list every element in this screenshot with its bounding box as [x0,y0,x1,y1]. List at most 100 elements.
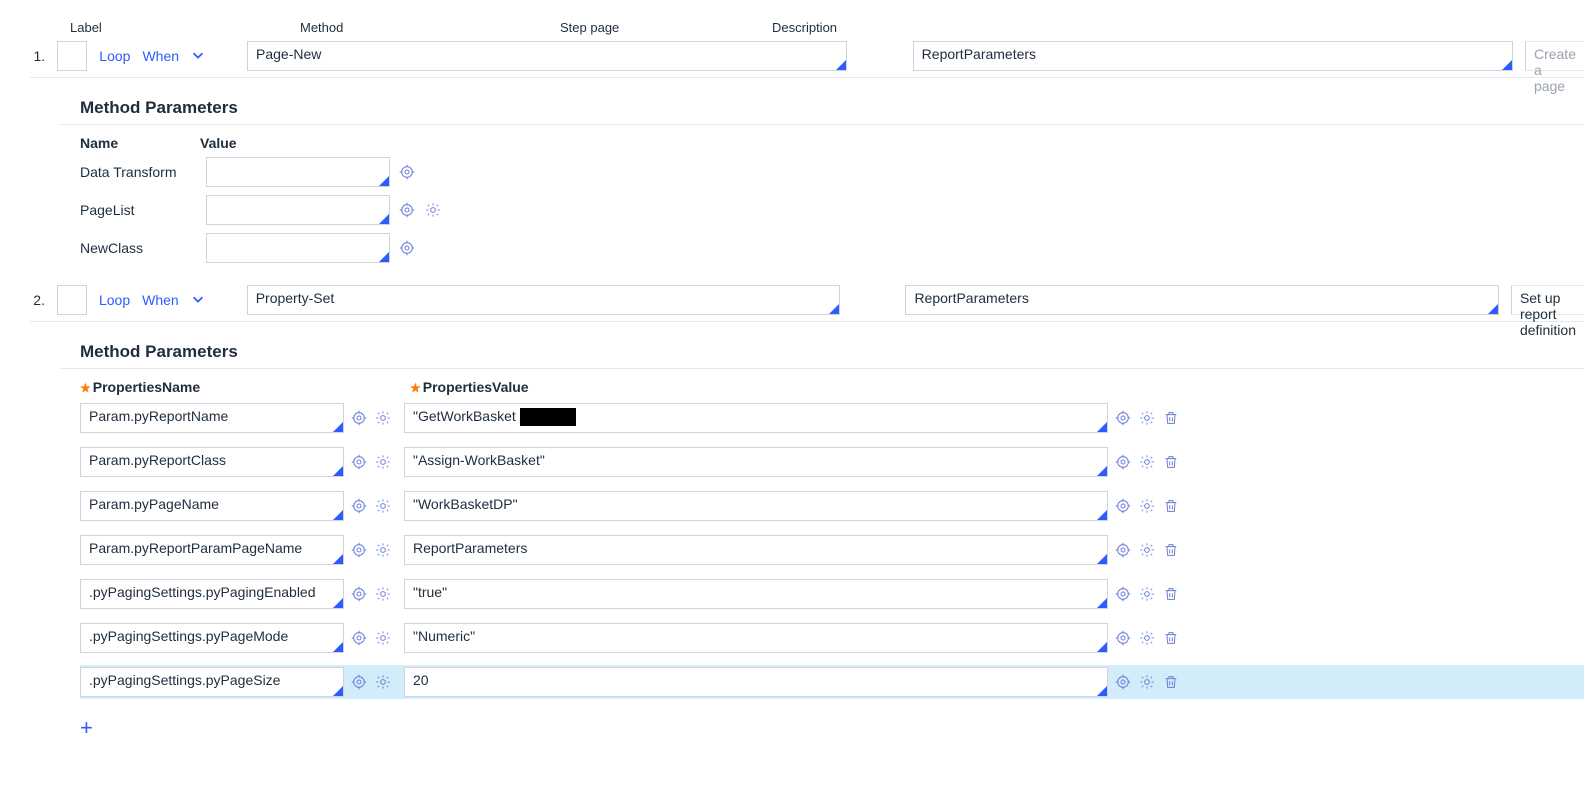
property-name-input[interactable]: .pyPagingSettings.pyPageSize [80,667,344,697]
property-value-input[interactable]: "true" [404,579,1108,609]
property-value-input[interactable]: "GetWorkBasket " [404,403,1108,433]
label-input[interactable] [57,41,87,71]
property-row: Param.pyReportName "GetWorkBasket " [80,401,1584,435]
param-value-input[interactable] [206,157,390,187]
open-rule-icon[interactable] [350,453,368,471]
property-name-input[interactable]: .pyPagingSettings.pyPageMode [80,623,344,653]
required-star-icon: ★ [410,381,421,395]
step-page-input[interactable]: ReportParameters [905,285,1499,315]
delete-row-icon[interactable] [1162,541,1180,559]
configure-icon[interactable] [1138,453,1156,471]
open-rule-icon[interactable] [1114,497,1132,515]
description-input[interactable]: Set up report definition [1511,285,1584,315]
configure-icon[interactable] [1138,629,1156,647]
open-rule-icon[interactable] [350,585,368,603]
property-value-input[interactable]: 20 [404,667,1108,697]
delete-row-icon[interactable] [1162,673,1180,691]
property-name-input[interactable]: Param.pyReportParamPageName [80,535,344,565]
loop-link[interactable]: Loop [99,292,130,308]
method-input[interactable]: Property-Set [247,285,841,315]
label-input[interactable] [57,285,87,315]
property-row: .pyPagingSettings.pyPagingEnabled "true" [80,577,1584,611]
configure-icon[interactable] [374,453,392,471]
property-value-input[interactable]: "Assign-WorkBasket" [404,447,1108,477]
when-link[interactable]: When [142,48,179,64]
open-rule-icon[interactable] [1114,585,1132,603]
chevron-down-icon[interactable] [191,48,205,65]
property-value-input[interactable]: "Numeric" [404,623,1108,653]
open-rule-icon[interactable] [1114,409,1132,427]
param-row: Data Transform [80,157,1584,187]
param-name-label: PageList [80,202,198,218]
props-col-value: PropertiesValue [423,379,529,395]
configure-icon[interactable] [1138,497,1156,515]
configure-icon[interactable] [374,541,392,559]
param-row: NewClass [80,233,1584,263]
delete-row-icon[interactable] [1162,497,1180,515]
param-col-value: Value [200,135,1584,151]
property-name-input[interactable]: Param.pyReportName [80,403,344,433]
step-row-2: 2. Loop When Property-Set ReportParamete… [30,283,1584,322]
header-label: Label [70,20,130,35]
param-row: PageList [80,195,1584,225]
open-rule-icon[interactable] [398,239,416,257]
open-rule-icon[interactable] [350,497,368,515]
configure-icon[interactable] [374,497,392,515]
required-star-icon: ★ [80,381,91,395]
step-row-1: 1. Loop When Page-New ReportParameters C… [30,39,1584,78]
property-row: .pyPagingSettings.pyPageMode "Numeric" [80,621,1584,655]
open-rule-icon[interactable] [398,163,416,181]
configure-icon[interactable] [1138,673,1156,691]
open-rule-icon[interactable] [1114,673,1132,691]
property-value-input[interactable]: "WorkBasketDP" [404,491,1108,521]
step-page-input[interactable]: ReportParameters [913,41,1513,71]
property-name-input[interactable]: Param.pyReportClass [80,447,344,477]
property-name-input[interactable]: .pyPagingSettings.pyPagingEnabled [80,579,344,609]
configure-icon[interactable] [374,629,392,647]
loop-link[interactable]: Loop [99,48,130,64]
configure-icon[interactable] [374,409,392,427]
step-number: 2. [30,292,45,308]
open-rule-icon[interactable] [350,409,368,427]
props-col-name: PropertiesName [93,379,200,395]
delete-row-icon[interactable] [1162,409,1180,427]
param-name-label: NewClass [80,240,198,256]
property-row: Param.pyReportParamPageName ReportParamet… [80,533,1584,567]
open-rule-icon[interactable] [350,673,368,691]
add-row-button[interactable]: + [80,715,93,741]
configure-icon[interactable] [1138,409,1156,427]
description-input[interactable]: Create a page [1525,41,1584,71]
param-value-input[interactable] [206,195,390,225]
chevron-down-icon[interactable] [191,292,205,309]
header-method: Method [300,20,500,35]
param-name-label: Data Transform [80,164,198,180]
open-rule-icon[interactable] [1114,629,1132,647]
property-row: Param.pyReportClass "Assign-WorkBasket" [80,445,1584,479]
delete-row-icon[interactable] [1162,453,1180,471]
delete-row-icon[interactable] [1162,585,1180,603]
configure-icon[interactable] [424,201,442,219]
when-link[interactable]: When [142,292,179,308]
property-name-input[interactable]: Param.pyPageName [80,491,344,521]
open-rule-icon[interactable] [1114,541,1132,559]
header-step-page: Step page [560,20,760,35]
open-rule-icon[interactable] [1114,453,1132,471]
delete-row-icon[interactable] [1162,629,1180,647]
open-rule-icon[interactable] [350,629,368,647]
param-value-input[interactable] [206,233,390,263]
redaction-overlay [520,408,576,426]
property-row: .pyPagingSettings.pyPageSize 20 [80,665,1584,699]
configure-icon[interactable] [374,585,392,603]
method-input[interactable]: Page-New [247,41,847,71]
configure-icon[interactable] [374,673,392,691]
method-parameters-title-2: Method Parameters [80,342,1584,362]
header-description: Description [772,20,1584,35]
property-value-input[interactable]: ReportParameters [404,535,1108,565]
configure-icon[interactable] [1138,585,1156,603]
configure-icon[interactable] [1138,541,1156,559]
method-parameters-title: Method Parameters [80,98,1584,118]
property-row: Param.pyPageName "WorkBasketDP" [80,489,1584,523]
open-rule-icon[interactable] [350,541,368,559]
open-rule-icon[interactable] [398,201,416,219]
step-number: 1. [30,48,45,64]
